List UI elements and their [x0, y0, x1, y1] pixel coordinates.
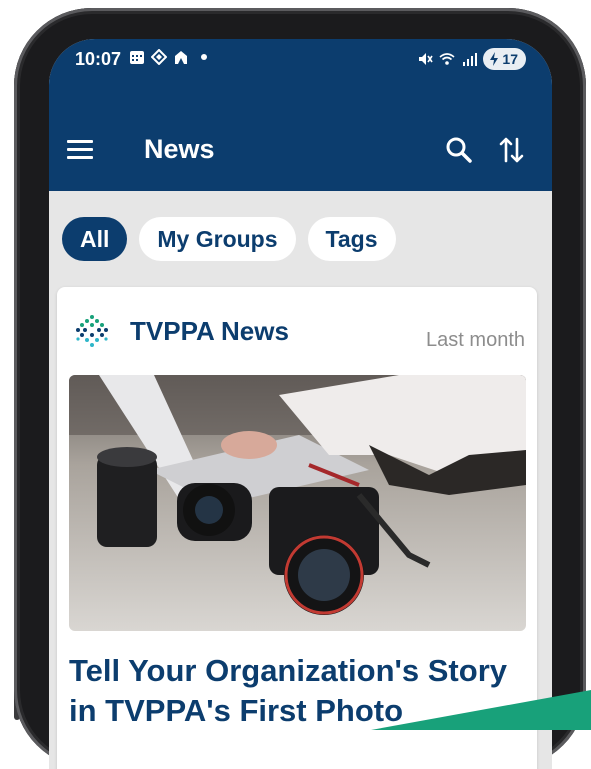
filter-chips: All My Groups Tags [62, 217, 396, 261]
news-photo[interactable] [69, 375, 526, 631]
battery-level: 17 [502, 51, 518, 67]
diamond-app-icon [151, 49, 167, 65]
phone-screen: 10:07 17 News All My Groups Tags TVPPA N… [49, 39, 552, 769]
status-system-icons: 17 [417, 48, 526, 70]
decorative-corner-accent [371, 690, 591, 730]
calendar-icon [130, 51, 144, 64]
menu-button[interactable] [67, 135, 97, 165]
status-time: 10:07 [75, 49, 122, 69]
chip-all[interactable]: All [62, 217, 128, 261]
more-notifications-dot [201, 54, 207, 60]
charging-bolt-icon [490, 52, 499, 66]
chip-my-groups[interactable]: My Groups [139, 217, 296, 261]
status-bar: 10:07 17 [49, 39, 552, 83]
app-bar: News [49, 83, 552, 191]
mute-icon [419, 53, 434, 65]
home-app-icon [175, 51, 187, 64]
signal-icon [463, 53, 478, 66]
news-source: TVPPA News [130, 316, 289, 346]
battery-indicator: 17 [483, 48, 526, 70]
search-icon[interactable] [444, 135, 474, 165]
wifi-icon [439, 53, 455, 65]
page-title: News [144, 134, 215, 164]
tvppa-logo [76, 315, 108, 347]
sort-icon[interactable] [498, 135, 526, 165]
post-time: Last month [426, 329, 525, 351]
status-notification-icons [129, 49, 207, 65]
chip-tags[interactable]: Tags [307, 217, 396, 261]
